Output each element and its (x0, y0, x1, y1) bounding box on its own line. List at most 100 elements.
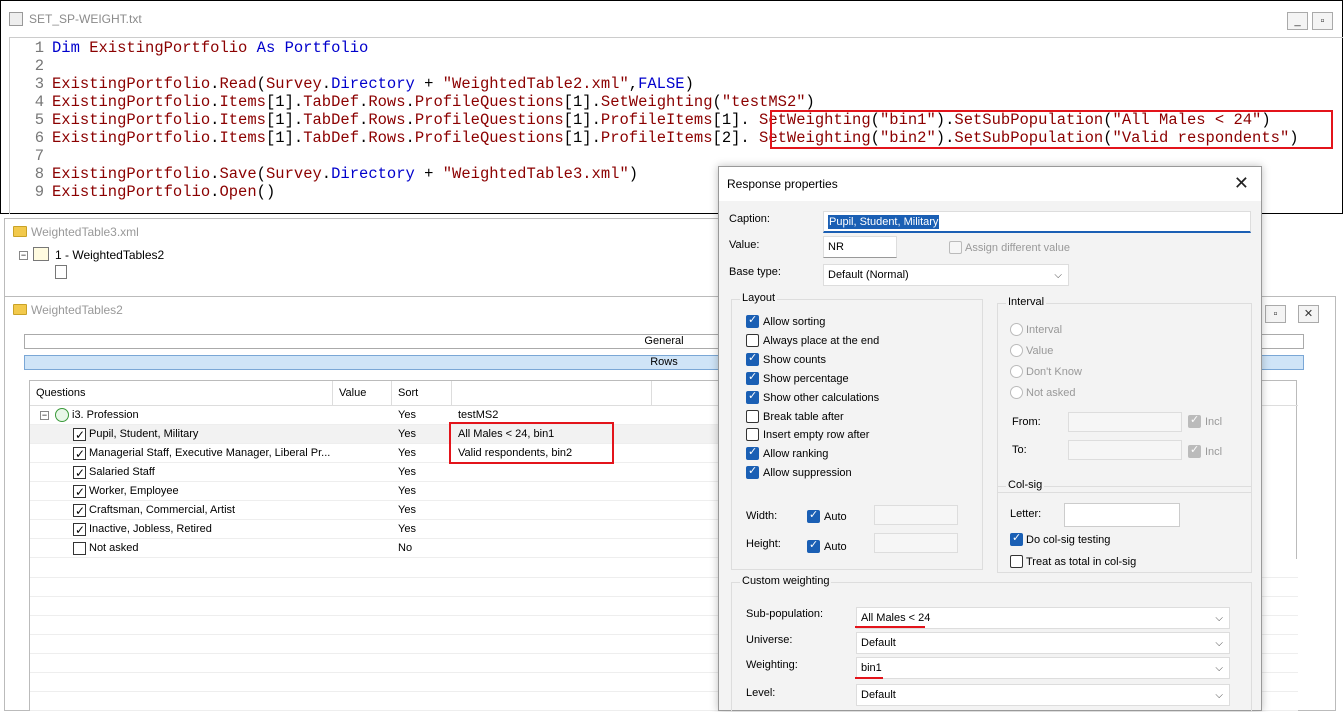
caption-input[interactable]: Pupil, Student, Military (823, 211, 1251, 233)
layout-title: Layout (740, 292, 778, 304)
code-token: ExistingPortfolio (89, 39, 248, 57)
col-header-sort[interactable]: Sort (392, 381, 452, 405)
layout-checkbox[interactable] (746, 464, 759, 480)
close-button[interactable]: ✕ (1298, 305, 1319, 323)
weighting-label: Weighting: (746, 659, 798, 671)
code-line[interactable]: 8 ExistingPortfolio.Save(Survey.Directory… (10, 165, 638, 183)
interval-radio[interactable] (1010, 344, 1023, 357)
assign-checkbox[interactable] (949, 241, 962, 254)
layout-checkbox[interactable] (746, 370, 759, 385)
height-auto-checkbox[interactable] (807, 538, 820, 553)
layout-checkbox[interactable] (746, 428, 759, 442)
close-icon[interactable]: ✕ (1234, 173, 1249, 194)
universe-select[interactable]: Default ⌵ (856, 632, 1230, 654)
code-token: Save (219, 165, 257, 183)
interval-radio[interactable] (1010, 365, 1023, 378)
letter-input[interactable] (1064, 503, 1180, 527)
row-sort: Yes (398, 523, 416, 535)
layout-label: Insert empty row after (763, 429, 870, 442)
code-line[interactable]: 9 ExistingPortfolio.Open() (10, 183, 276, 201)
layout-checkbox[interactable] (746, 445, 759, 461)
width-input[interactable] (874, 505, 958, 525)
level-select[interactable]: Default ⌵ (856, 684, 1230, 706)
height-label: Height: (746, 538, 781, 550)
code-line[interactable]: 2 (10, 57, 52, 75)
treat-total-checkbox[interactable] (1010, 555, 1023, 568)
code-token: Items (219, 129, 266, 147)
weighting-select[interactable]: bin1 ⌵ (856, 657, 1230, 679)
code-line[interactable]: 1 Dim ExistingPortfolio As Portfolio (10, 39, 369, 57)
code-token: [1]. (265, 129, 304, 147)
row-label: Salaried Staff (89, 466, 155, 478)
layout-checkbox[interactable] (746, 333, 759, 347)
do-colsig-checkbox[interactable] (1010, 531, 1023, 546)
collapse-icon[interactable]: − (40, 411, 49, 420)
row-checkbox[interactable] (73, 464, 86, 483)
to-incl-checkbox[interactable] (1188, 443, 1201, 458)
table-row[interactable]: Managerial Staff, Executive Manager, Lib… (30, 444, 730, 464)
col-header-questions[interactable]: Questions (30, 381, 333, 405)
code-line[interactable]: 7 (10, 147, 52, 165)
code-token: [1]. (712, 111, 760, 129)
question-row[interactable]: − i3. Profession Yes testMS2 (30, 406, 730, 425)
from-incl-checkbox[interactable] (1188, 413, 1201, 428)
table-row[interactable]: Craftsman, Commercial, Artist Yes (30, 501, 730, 521)
code-line[interactable]: 4 ExistingPortfolio.Items[1].TabDef.Rows.… (10, 93, 815, 111)
interval-radio[interactable] (1010, 386, 1023, 399)
minimize-button[interactable]: _ (1287, 12, 1308, 30)
code-token: Survey (265, 75, 322, 93)
universe-value: Default (861, 637, 896, 649)
layout-checkbox[interactable] (746, 389, 759, 404)
underline-weighting (855, 677, 883, 679)
layout-checkbox[interactable] (746, 409, 759, 423)
to-input[interactable] (1068, 440, 1182, 460)
code-token: ExistingPortfolio (52, 183, 211, 201)
code-line[interactable]: 3 ExistingPortfolio.Read(Survey.Directory… (10, 75, 694, 93)
row-checkbox[interactable] (73, 445, 86, 464)
table-row[interactable]: Not asked No (30, 539, 730, 558)
response-properties-dialog: Response properties ✕ Caption: Pupil, St… (718, 166, 1262, 712)
code-token: ExistingPortfolio (52, 75, 211, 93)
from-label: From: (1012, 416, 1041, 428)
row-checkbox[interactable] (73, 483, 86, 502)
collapse-icon[interactable]: − (19, 251, 28, 260)
row-sort: Yes (398, 447, 416, 459)
code-token: [1]. (563, 129, 601, 147)
layout-label: Allow suppression (763, 467, 852, 480)
col-header-value[interactable]: Value (333, 381, 392, 405)
table-row[interactable]: Inactive, Jobless, Retired Yes (30, 520, 730, 540)
code-token: ) (628, 165, 639, 183)
from-input[interactable] (1068, 412, 1182, 432)
interval-radio[interactable] (1010, 323, 1023, 336)
layout-checkbox[interactable] (746, 351, 759, 366)
dialog-title: Response properties (727, 177, 838, 191)
basetype-select[interactable]: Default (Normal) ⌵ (823, 264, 1069, 286)
table-row[interactable]: Worker, Employee Yes (30, 482, 730, 502)
code-token: ) (684, 75, 694, 93)
line-number: 7 (34, 147, 44, 165)
code-token: . (321, 165, 332, 183)
tree-window: WeightedTable3.xml − 1 - WeightedTables2 (4, 218, 732, 298)
table-row[interactable]: Salaried Staff Yes (30, 463, 730, 483)
row-checkbox[interactable] (73, 426, 86, 445)
code-token: ProfileItems (600, 129, 713, 147)
height-input[interactable] (874, 533, 958, 553)
value-input[interactable]: NR (823, 236, 897, 258)
basetype-value: Default (Normal) (828, 269, 909, 281)
colsig-group: Col-sig Letter: Do col-sig testing Treat… (997, 479, 1252, 573)
restore-button[interactable]: ▫ (1265, 305, 1286, 323)
table-doc-icon[interactable] (55, 265, 67, 279)
table-row[interactable]: Pupil, Student, MilitaryYesAll Males < 2… (30, 425, 730, 445)
layout-checkbox[interactable] (746, 313, 759, 328)
code-token: ExistingPortfolio (52, 111, 211, 129)
row-checkbox[interactable] (73, 502, 86, 521)
tree-item[interactable]: 1 - WeightedTables2 (55, 248, 164, 262)
chevron-down-icon: ⌵ (1215, 613, 1223, 624)
width-auto-checkbox[interactable] (807, 508, 820, 523)
question-sort: Yes (398, 409, 416, 421)
maximize-button[interactable]: ▫ (1312, 12, 1333, 30)
code-token: Read (219, 75, 257, 93)
row-checkbox[interactable] (73, 521, 86, 540)
row-checkbox[interactable] (73, 542, 86, 555)
col-header-weight[interactable] (452, 381, 652, 405)
